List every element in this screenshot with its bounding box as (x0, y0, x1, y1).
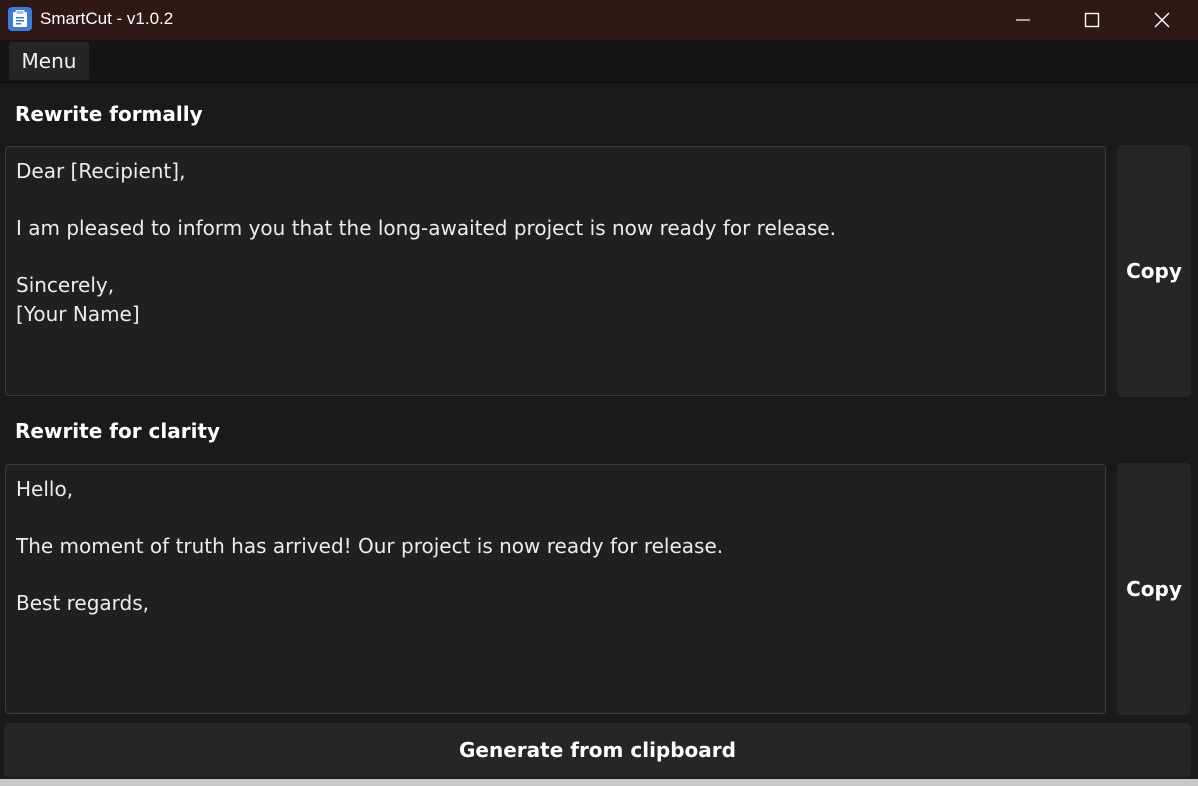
window-title: SmartCut - v1.0.2 (40, 9, 174, 28)
minimize-icon (1016, 19, 1030, 21)
clipboard-icon (8, 7, 32, 31)
background-window-strip (0, 779, 1198, 786)
maximize-icon (1084, 12, 1100, 28)
copy-formal-button[interactable]: Copy (1117, 145, 1191, 397)
minimize-button[interactable] (988, 0, 1058, 40)
formal-output-textbox[interactable]: Dear [Recipient], I am pleased to inform… (5, 146, 1106, 396)
title-bar[interactable]: SmartCut - v1.0.2 (0, 0, 1198, 40)
clarity-output-textbox[interactable]: Hello, The moment of truth has arrived! … (5, 464, 1106, 714)
menu-button[interactable]: Menu (9, 42, 89, 80)
copy-clarity-button[interactable]: Copy (1117, 463, 1191, 715)
section-label-clarity: Rewrite for clarity (15, 419, 221, 443)
section-label-formal: Rewrite formally (15, 102, 203, 126)
menu-bar: Menu (0, 40, 1198, 83)
generate-from-clipboard-button[interactable]: Generate from clipboard (4, 723, 1191, 777)
close-button[interactable] (1127, 0, 1197, 40)
app-window: SmartCut - v1.0.2 Menu Rewrite formally … (0, 0, 1198, 786)
maximize-button[interactable] (1057, 0, 1127, 40)
close-icon (1154, 12, 1170, 28)
